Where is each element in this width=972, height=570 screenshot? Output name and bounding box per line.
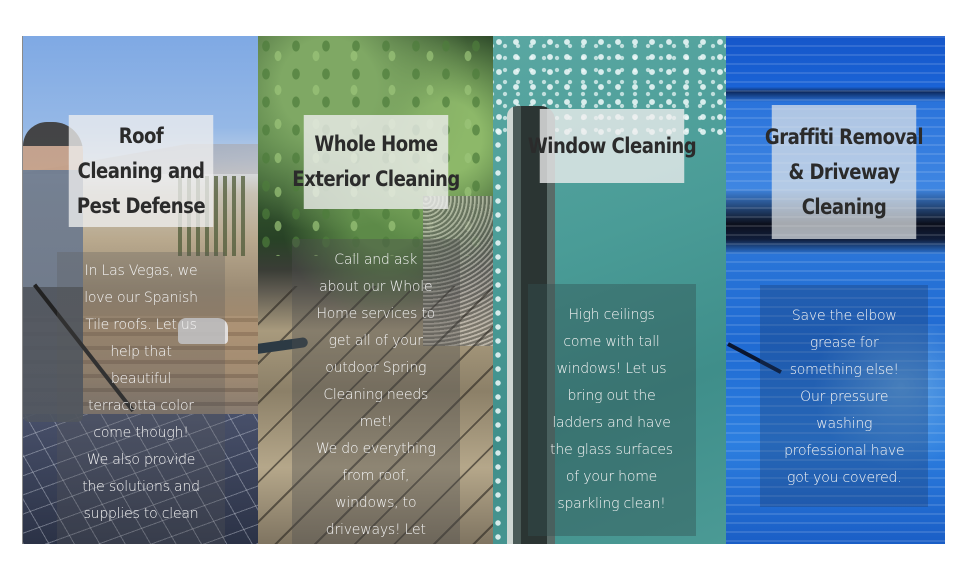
service-card-whole-home[interactable]: Whole Home Exterior Cleaning Call and as… <box>257 36 493 544</box>
service-description: Save the elbow grease for something else… <box>760 285 929 507</box>
service-title: Graffiti Removal & Driveway Cleaning <box>765 105 924 239</box>
services-gallery: Roof Cleaning and Pest Defense In Las Ve… <box>22 36 945 544</box>
service-card-graffiti[interactable]: Graffiti Removal & Driveway Cleaning Sav… <box>726 36 945 544</box>
service-title: Roof Cleaning and Pest Defense <box>68 115 214 227</box>
service-title: Whole Home Exterior Cleaning <box>292 115 460 209</box>
service-description: Call and ask about our Whole Home servic… <box>291 239 460 544</box>
service-card-roof[interactable]: Roof Cleaning and Pest Defense In Las Ve… <box>23 36 258 544</box>
service-title: Window Cleaning <box>527 109 696 183</box>
service-description: High ceilings come with tall windows! Le… <box>527 284 696 536</box>
service-card-window[interactable]: Window Cleaning High ceilings come with … <box>492 36 727 544</box>
service-description: In Las Vegas, we love our Spanish Tile r… <box>57 252 225 544</box>
